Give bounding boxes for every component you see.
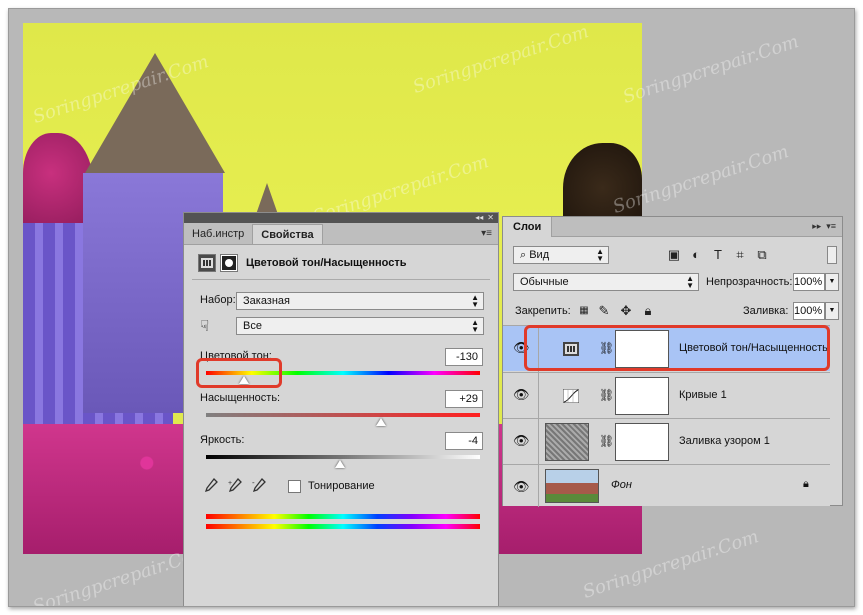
layer-row[interactable]: 👁︎ ⛓︎ Кривые 1 xyxy=(503,372,830,419)
hue-value-input[interactable]: -130 xyxy=(445,348,483,366)
eyedropper-icon[interactable] xyxy=(204,478,218,494)
tab-layers[interactable]: Слои xyxy=(503,217,553,237)
chevron-updown-icon: ▲ ▼ xyxy=(471,293,479,309)
colorize-label: Тонирование xyxy=(308,480,375,492)
eyedropper-minus-icon[interactable]: - xyxy=(252,478,266,494)
divider xyxy=(192,279,490,280)
filter-pixel-icon[interactable]: ▣ xyxy=(667,248,681,262)
preset-value: Заказная xyxy=(243,295,291,307)
layers-panel: Слои ▸▸ ▾≡ ⌕ Вид ▲ ▼ ▣ ◐ T ⌗ ⧉ Обычные ▲ ▼… xyxy=(502,216,843,507)
brightness-slider-track[interactable] xyxy=(206,455,480,459)
background-image[interactable] xyxy=(545,469,599,503)
layer-mask-thumbnail[interactable] xyxy=(615,423,669,461)
saturation-label: Насыщенность: xyxy=(200,392,281,404)
watermark: Soringpcrepair.Com xyxy=(620,31,802,108)
panel-titlebar[interactable]: ◂◂ ✕ xyxy=(184,213,498,223)
layers-tabbar: Слои ▸▸ ▾≡ xyxy=(503,217,842,237)
source-color-spectrum xyxy=(206,514,480,519)
link-icon[interactable]: ⛓︎ xyxy=(599,434,614,448)
properties-panel: ◂◂ ✕ Наб.инстр Свойства ▾≡ Цветовой тон/… xyxy=(183,212,499,606)
double-chevron-icon[interactable]: ◂◂ xyxy=(475,214,483,222)
filter-smart-object-icon[interactable]: ⧉ xyxy=(755,248,769,262)
layer-highlight-marker xyxy=(524,325,830,371)
eye-icon[interactable]: 👁︎ xyxy=(513,387,530,403)
opacity-dropdown[interactable]: ▼ xyxy=(825,273,839,291)
channel-select[interactable]: Все ▲ ▼ xyxy=(236,317,484,335)
brightness-label: Яркость: xyxy=(200,434,245,446)
colorize-checkbox[interactable] xyxy=(288,480,301,493)
visibility-cell: 👁︎ xyxy=(503,465,539,507)
layer-mask-thumbnail[interactable] xyxy=(615,377,669,415)
lock-icon: 🔒︎ xyxy=(803,478,809,490)
layer-filter-select[interactable]: ⌕ Вид ▲ ▼ xyxy=(513,246,609,264)
tower-roof xyxy=(85,53,225,173)
properties-tabbar: Наб.инстр Свойства ▾≡ xyxy=(184,223,498,245)
lock-transparent-icon[interactable]: ▦ xyxy=(577,304,591,318)
lock-image-brush-icon[interactable]: ✎ xyxy=(597,304,611,318)
lock-position-move-icon[interactable]: ✥ xyxy=(619,304,633,318)
tab-properties[interactable]: Свойства xyxy=(252,224,323,244)
visibility-cell: 👁︎ xyxy=(503,373,539,419)
chevron-updown-icon: ▲ ▼ xyxy=(686,274,694,290)
layer-name[interactable]: Фон xyxy=(611,479,632,491)
eye-icon[interactable]: 👁︎ xyxy=(513,479,530,495)
result-color-spectrum xyxy=(206,524,480,529)
eye-icon[interactable]: 👁︎ xyxy=(513,433,530,449)
brightness-value-input[interactable]: -4 xyxy=(445,432,483,450)
saturation-value-input[interactable]: +29 xyxy=(445,390,483,408)
lock-all-icon[interactable]: 🔒︎ xyxy=(641,304,655,318)
panel-menu-icon[interactable]: ▸▸ ▾≡ xyxy=(812,221,836,232)
filter-shape-icon[interactable]: ⌗ xyxy=(733,248,747,262)
preset-select[interactable]: Заказная ▲ ▼ xyxy=(236,292,484,310)
eyedropper-plus-icon[interactable]: + xyxy=(228,478,242,494)
curves-icon xyxy=(562,388,580,404)
chevron-updown-icon: ▲ ▼ xyxy=(596,247,604,263)
photoshop-workspace: Soringpcrepair.Com Soringpcrepair.Com So… xyxy=(8,8,855,607)
visibility-cell: 👁︎ xyxy=(503,419,539,465)
fill-dropdown[interactable]: ▼ xyxy=(825,302,839,320)
mask-icon[interactable] xyxy=(220,254,238,272)
adjustment-title: Цветовой тон/Насыщенность xyxy=(246,257,407,269)
filter-adjustment-icon[interactable]: ◐ xyxy=(689,248,703,262)
target-adjust-hand-icon[interactable]: ☟ xyxy=(200,317,209,335)
hue-highlight-marker xyxy=(196,358,282,388)
layer-row[interactable]: 👁︎ ⛓︎ Заливка узором 1 xyxy=(503,418,830,465)
channel-value: Все xyxy=(243,320,262,332)
layer-name[interactable]: Заливка узором 1 xyxy=(679,435,770,447)
hue-saturation-icon[interactable] xyxy=(198,254,216,272)
opacity-label: Непрозрачность: xyxy=(706,276,793,288)
brightness-slider-thumb[interactable] xyxy=(335,460,346,468)
filter-type-icon[interactable]: T xyxy=(711,248,725,262)
fill-input[interactable]: 100% xyxy=(793,302,825,320)
filter-toggle[interactable] xyxy=(827,246,837,264)
saturation-slider-thumb[interactable] xyxy=(376,418,387,426)
svg-text:+: + xyxy=(228,480,232,487)
layer-row[interactable]: 👁︎ Фон 🔒︎ xyxy=(503,464,830,507)
svg-text:-: - xyxy=(252,478,255,487)
opacity-input[interactable]: 100% xyxy=(793,273,825,291)
close-icon[interactable]: ✕ xyxy=(487,214,494,222)
pattern-fill-icon[interactable] xyxy=(545,423,589,461)
link-icon[interactable]: ⛓︎ xyxy=(599,388,614,402)
preset-label: Набор: xyxy=(200,294,236,306)
blend-mode-select[interactable]: Обычные ▲ ▼ xyxy=(513,273,699,291)
panel-menu-icon[interactable]: ▾≡ xyxy=(481,228,492,239)
chevron-updown-icon: ▲ ▼ xyxy=(471,318,479,334)
filter-kind-value: Вид xyxy=(529,249,550,261)
search-icon: ⌕ xyxy=(520,249,530,261)
layer-name[interactable]: Кривые 1 xyxy=(679,389,727,401)
lock-label: Закрепить: xyxy=(515,305,571,317)
blend-mode-value: Обычные xyxy=(520,276,569,288)
fill-label: Заливка: xyxy=(743,305,789,317)
saturation-slider-track[interactable] xyxy=(206,413,480,417)
tab-tool-presets[interactable]: Наб.инстр xyxy=(184,224,252,244)
